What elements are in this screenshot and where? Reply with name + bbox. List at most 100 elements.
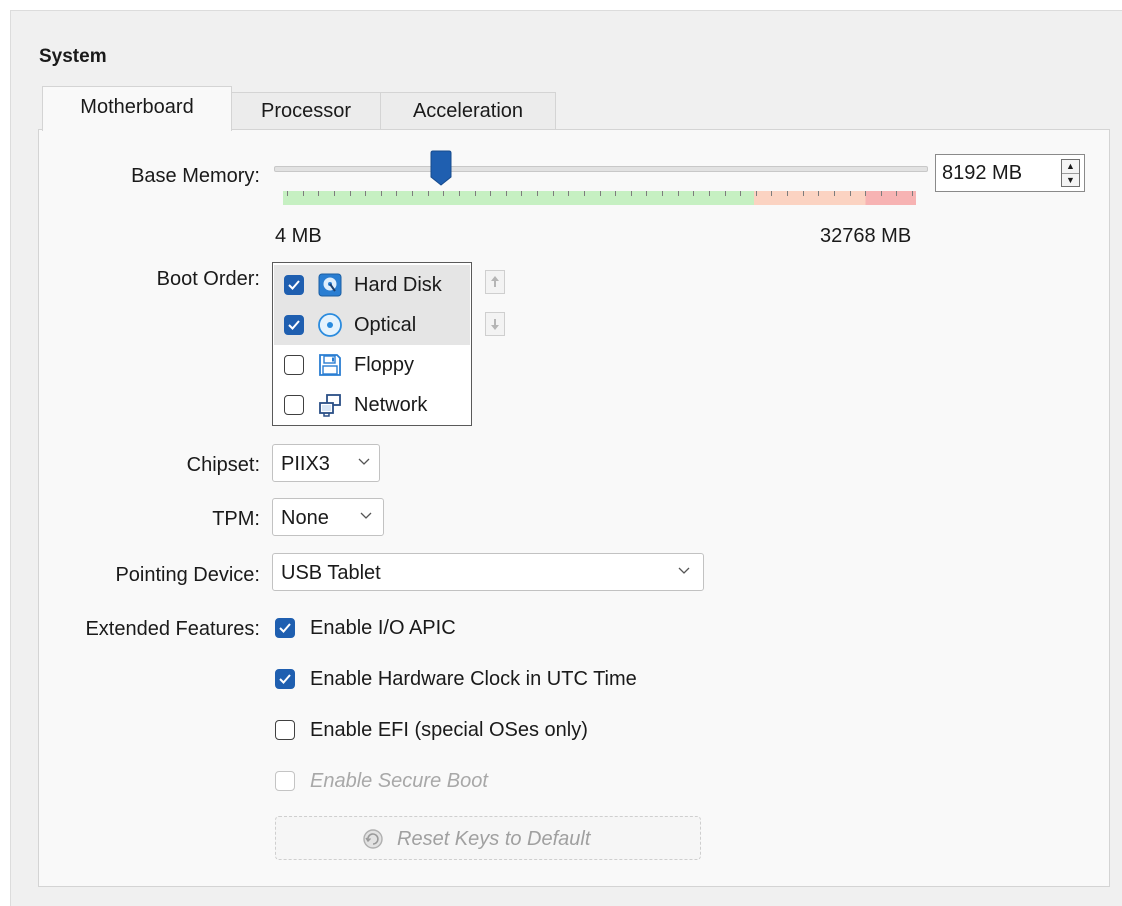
boot-order-list[interactable]: Hard Disk Optical Floppy Network	[272, 262, 472, 426]
network-icon	[319, 394, 341, 417]
boot-optical-label: Optical	[354, 314, 417, 336]
scale-tick	[646, 191, 648, 196]
io-apic-checkbox[interactable]	[275, 618, 295, 638]
chevron-down-icon	[678, 567, 690, 574]
scale-tick	[380, 191, 382, 196]
scale-tick	[443, 191, 445, 196]
tpm-label: TPM:	[212, 508, 260, 530]
scale-tick	[412, 191, 413, 196]
boot-item-network[interactable]: Network	[274, 385, 470, 425]
utc-clock-checkbox[interactable]	[275, 669, 295, 689]
scale-tick	[349, 191, 351, 196]
secure-boot-label: Enable Secure Boot	[310, 770, 488, 792]
scale-tick	[568, 191, 570, 196]
boot-item-hard-disk[interactable]: Hard Disk	[274, 265, 470, 305]
efi-checkbox[interactable]	[275, 720, 295, 740]
base-memory-spinbox[interactable]: 8192 MB ▲ ▼	[935, 154, 1085, 192]
tab-processor[interactable]: Processor	[230, 92, 382, 130]
chipset-value: PIIX3	[281, 453, 330, 475]
boot-floppy-label: Floppy	[354, 354, 415, 376]
scale-tick	[302, 191, 304, 196]
floppy-icon	[319, 354, 341, 376]
scale-tick	[896, 191, 898, 196]
scale-tick	[427, 191, 429, 196]
boot-move-up-button[interactable]	[485, 270, 505, 294]
base-memory-max-label: 32768 MB	[820, 225, 912, 247]
spin-up-icon[interactable]: ▲	[1062, 160, 1079, 173]
io-apic-label: Enable I/O APIC	[310, 617, 456, 639]
tpm-value: None	[281, 507, 329, 529]
arrow-up-icon	[491, 276, 499, 287]
boot-optical-checkbox[interactable]	[284, 315, 304, 335]
boot-network-label: Network	[354, 394, 428, 416]
optical-disc-icon	[318, 313, 342, 337]
scale-tick	[474, 191, 476, 196]
chevron-down-icon	[360, 512, 372, 519]
scale-tick	[333, 191, 335, 196]
scale-tick	[521, 191, 523, 196]
scale-tick	[849, 191, 851, 196]
efi-label: Enable EFI (special OSes only)	[310, 719, 588, 741]
boot-hard-disk-label: Hard Disk	[354, 274, 442, 296]
tab-motherboard[interactable]: Motherboard	[42, 86, 232, 131]
chevron-down-icon	[358, 458, 370, 465]
utc-clock-label: Enable Hardware Clock in UTC Time	[310, 668, 637, 690]
secure-boot-checkbox	[275, 771, 295, 791]
scale-tick	[708, 191, 710, 196]
scale-tick	[318, 191, 320, 196]
boot-move-down-button[interactable]	[485, 312, 505, 336]
tab-acceleration[interactable]: Acceleration	[380, 92, 556, 130]
base-memory-value: 8192 MB	[942, 162, 1023, 184]
reset-keys-icon	[363, 829, 383, 849]
scale-tick	[599, 191, 601, 196]
scale-tick	[458, 191, 460, 196]
scale-tick	[787, 191, 788, 196]
chipset-label: Chipset:	[186, 454, 260, 476]
scale-tick	[287, 191, 288, 196]
scale-tick	[818, 191, 820, 196]
section-title: System	[39, 46, 107, 67]
scale-tick	[802, 191, 804, 196]
scale-tick	[724, 191, 726, 196]
scale-tick	[662, 191, 663, 196]
scale-tick	[490, 191, 492, 196]
chipset-select[interactable]: PIIX3	[272, 444, 380, 482]
scale-tick	[365, 191, 367, 196]
arrow-down-icon	[491, 319, 499, 330]
pointing-device-value: USB Tablet	[281, 562, 381, 584]
boot-item-floppy[interactable]: Floppy	[274, 345, 470, 385]
reset-keys-label: Reset Keys to Default	[397, 828, 591, 850]
scale-tick	[583, 191, 585, 196]
spin-down-icon[interactable]: ▼	[1062, 173, 1079, 187]
boot-item-optical[interactable]: Optical	[274, 305, 470, 345]
scale-tick	[505, 191, 507, 196]
scale-tick	[755, 191, 757, 196]
scale-tick	[833, 191, 835, 196]
pointing-device-label: Pointing Device:	[115, 564, 260, 586]
extended-features-label: Extended Features:	[85, 618, 260, 640]
boot-network-checkbox[interactable]	[284, 395, 304, 415]
scale-tick	[552, 191, 554, 196]
base-memory-slider-thumb[interactable]	[430, 150, 452, 186]
tpm-select[interactable]: None	[272, 498, 384, 536]
pointing-device-select[interactable]: USB Tablet	[272, 553, 704, 591]
scale-tick	[693, 191, 695, 196]
scale-tick	[912, 191, 913, 196]
scale-tick	[740, 191, 742, 196]
scale-tick	[771, 191, 773, 196]
scale-tick	[865, 191, 867, 196]
boot-floppy-checkbox[interactable]	[284, 355, 304, 375]
reset-keys-button: Reset Keys to Default	[275, 816, 701, 860]
scale-tick	[630, 191, 632, 196]
hard-disk-icon	[318, 273, 342, 297]
base-memory-min-label: 4 MB	[275, 225, 322, 247]
scale-tick	[537, 191, 538, 196]
base-memory-label: Base Memory:	[131, 165, 260, 187]
boot-order-label: Boot Order:	[156, 268, 260, 290]
scale-tick	[677, 191, 679, 196]
scale-tick	[396, 191, 398, 196]
scale-tick	[615, 191, 617, 196]
base-memory-slider-track[interactable]	[274, 166, 928, 172]
base-memory-spin-arrows[interactable]: ▲ ▼	[1061, 159, 1080, 187]
boot-hard-disk-checkbox[interactable]	[284, 275, 304, 295]
